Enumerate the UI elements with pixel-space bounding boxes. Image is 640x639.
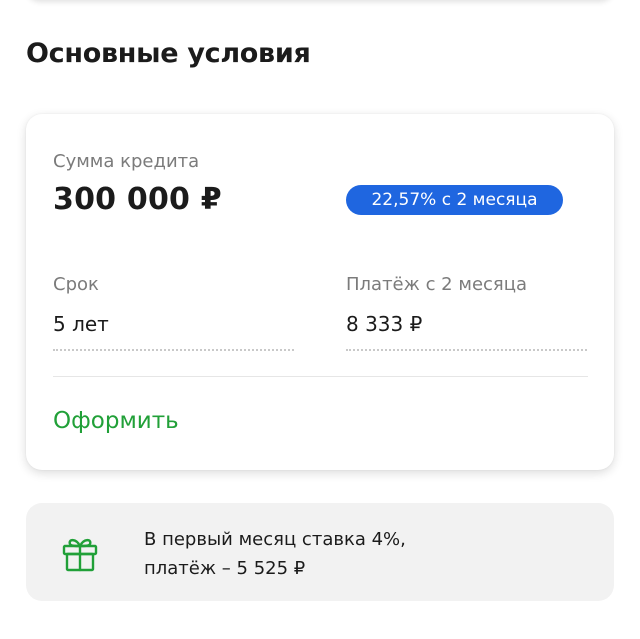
monthly-payment-value: 8 333 ₽	[346, 312, 423, 336]
interest-rate-badge: 22,57% с 2 месяца	[346, 185, 563, 215]
loan-terms-card: Сумма кредита 300 000 ₽ 22,57% с 2 месяц…	[26, 114, 614, 470]
monthly-payment-underline	[346, 349, 587, 351]
card-divider	[53, 376, 588, 377]
loan-term-label: Срок	[53, 274, 99, 295]
section-title: Основные условия	[26, 38, 311, 69]
loan-amount-value: 300 000 ₽	[53, 182, 222, 217]
loan-term-underline	[53, 349, 294, 351]
loan-amount-label: Сумма кредита	[53, 151, 200, 172]
promo-text-line-2: платёж – 5 525 ₽	[144, 558, 306, 579]
promo-banner: В первый месяц ставка 4%, платёж – 5 525…	[26, 503, 614, 601]
promo-text: В первый месяц ставка 4%, платёж – 5 525…	[144, 525, 406, 583]
monthly-payment-label: Платёж с 2 месяца	[346, 274, 528, 295]
apply-button[interactable]: Оформить	[53, 408, 179, 434]
loan-conditions-screen: Основные условия Сумма кредита 300 000 ₽…	[0, 0, 640, 639]
promo-text-line-1: В первый месяц ставка 4%,	[144, 529, 406, 550]
gift-icon	[62, 538, 98, 572]
loan-term-value[interactable]: 5 лет	[53, 312, 109, 336]
